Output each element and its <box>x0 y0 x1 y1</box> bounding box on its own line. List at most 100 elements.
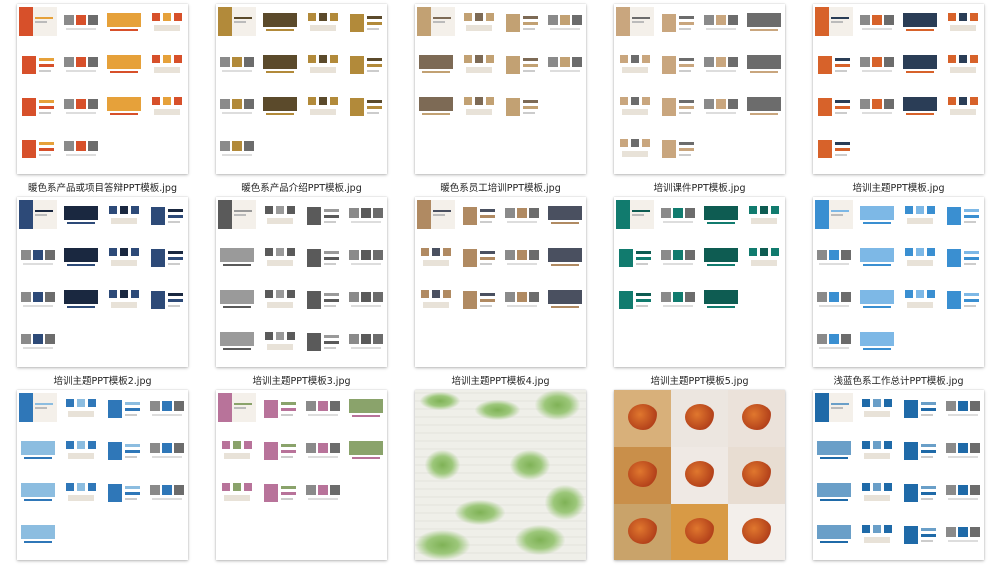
file-tile[interactable]: 浅蓝色系工作总计PPT模板.jpg <box>813 197 984 387</box>
slide-shape <box>168 221 180 223</box>
slide-shape <box>222 483 230 491</box>
file-name-label[interactable]: 培训主题PPT模板.jpg <box>793 180 1000 194</box>
slide-shape <box>276 290 284 298</box>
slide-shape <box>622 109 648 115</box>
slide-preview <box>815 326 853 355</box>
slide-preview <box>347 7 385 36</box>
slide-preview <box>261 393 299 422</box>
leaf-shape <box>515 525 565 555</box>
slide-preview <box>347 435 385 464</box>
file-tile[interactable]: 培训课件PPT模板.jpg <box>614 4 785 194</box>
file-tile[interactable] <box>614 390 785 560</box>
slide-shape <box>619 249 633 267</box>
file-tile[interactable]: 培训主题PPT模板.jpg <box>813 4 984 194</box>
slide-preview <box>304 326 342 355</box>
file-name-label[interactable]: 培训主题PPT模板4.jpg <box>395 373 606 387</box>
slide-shape <box>233 441 241 449</box>
slide-shape <box>107 55 141 69</box>
file-thumbnail[interactable] <box>813 197 984 367</box>
slide-shape <box>860 206 894 220</box>
slide-shape <box>67 306 95 308</box>
slide-shape <box>76 57 86 67</box>
file-name-label[interactable]: 暖色系员工培训PPT模板.jpg <box>395 180 606 194</box>
slide-shape <box>663 263 693 265</box>
slide-shape <box>948 13 956 21</box>
file-tile[interactable]: 暖色系产品介绍PPT模板.jpg <box>216 4 387 194</box>
file-thumbnail[interactable] <box>216 4 387 174</box>
file-thumbnail[interactable] <box>415 4 586 174</box>
file-thumbnail[interactable] <box>216 390 387 560</box>
file-thumbnail[interactable] <box>216 197 387 367</box>
file-name-label[interactable]: 培训主题PPT模板3.jpg <box>196 373 407 387</box>
slide-shape <box>66 154 96 156</box>
file-tile[interactable]: 暖色系产品或项目答辩PPT模板.jpg <box>17 4 188 194</box>
slide-shape <box>168 299 183 302</box>
slide-shape <box>831 17 849 19</box>
slide-shape <box>222 154 252 156</box>
slide-shape <box>958 401 968 411</box>
slide-preview <box>19 435 57 464</box>
slide-shape <box>234 17 252 19</box>
slide-shape <box>679 58 694 61</box>
file-thumbnail[interactable] <box>614 197 785 367</box>
slide-shape <box>728 99 738 109</box>
fruit-shape <box>628 461 658 487</box>
file-name-label[interactable]: 培训课件PPT模板.jpg <box>594 180 805 194</box>
file-name-label[interactable]: 培训主题PPT模板2.jpg <box>0 373 208 387</box>
slide-preview <box>417 49 455 78</box>
file-tile[interactable]: 培训主题PPT模板5.jpg <box>614 197 785 387</box>
slide-preview <box>19 133 57 162</box>
file-name-label[interactable]: 暖色系产品介绍PPT模板.jpg <box>196 180 407 194</box>
file-tile[interactable] <box>415 390 586 560</box>
leaf-shape <box>425 450 460 480</box>
slide-shape <box>679 106 694 109</box>
file-thumbnail[interactable] <box>415 197 586 367</box>
slide-shape <box>307 207 321 225</box>
file-tile[interactable]: 暖色系员工培训PPT模板.jpg <box>415 4 586 194</box>
slide-preview <box>460 242 498 271</box>
slide-shape <box>873 483 881 491</box>
file-tile[interactable] <box>216 390 387 560</box>
slide-preview <box>702 200 740 229</box>
slide-shape <box>324 263 336 265</box>
slide-shape <box>529 292 539 302</box>
file-thumbnail[interactable] <box>614 390 785 560</box>
file-tile[interactable]: 培训主题PPT模板3.jpg <box>216 197 387 387</box>
file-name-label[interactable]: 培训主题PPT模板5.jpg <box>594 373 805 387</box>
slide-shape <box>505 250 515 260</box>
file-thumbnail[interactable] <box>17 197 188 367</box>
slide-shape <box>64 248 98 262</box>
file-tile[interactable] <box>813 390 984 560</box>
slide-shape <box>76 141 86 151</box>
slide-shape <box>860 99 870 109</box>
slide-shape <box>829 250 839 260</box>
file-name-label[interactable]: 暖色系产品或项目答辩PPT模板.jpg <box>0 180 208 194</box>
slide-preview <box>261 49 299 78</box>
slide-preview <box>745 242 783 271</box>
file-tile[interactable]: 培训主题PPT模板4.jpg <box>415 197 586 387</box>
file-thumbnail[interactable] <box>813 4 984 174</box>
slide-shape <box>817 441 851 455</box>
file-thumbnail[interactable] <box>17 390 188 560</box>
slide-shape <box>367 22 382 25</box>
slide-shape <box>505 208 515 218</box>
slide-shape <box>267 302 293 308</box>
slide-shape <box>265 248 273 256</box>
file-thumbnail[interactable] <box>415 390 586 560</box>
file-thumbnail[interactable] <box>17 4 188 174</box>
slide-shape <box>33 250 43 260</box>
slide-shape <box>120 248 128 256</box>
slide-preview <box>218 477 256 506</box>
file-tile[interactable] <box>17 390 188 560</box>
file-tile[interactable]: 培训主题PPT模板2.jpg <box>17 197 188 387</box>
slide-shape <box>174 401 184 411</box>
file-thumbnail[interactable] <box>614 4 785 174</box>
slide-shape <box>265 332 273 340</box>
file-name-label[interactable]: 浅蓝色系工作总计PPT模板.jpg <box>793 373 1000 387</box>
slide-shape <box>916 206 924 214</box>
file-thumbnail[interactable] <box>813 390 984 560</box>
slide-shape <box>281 450 296 453</box>
slide-shape <box>287 332 295 340</box>
slide-shape <box>907 302 933 308</box>
slide-shape <box>970 13 978 21</box>
